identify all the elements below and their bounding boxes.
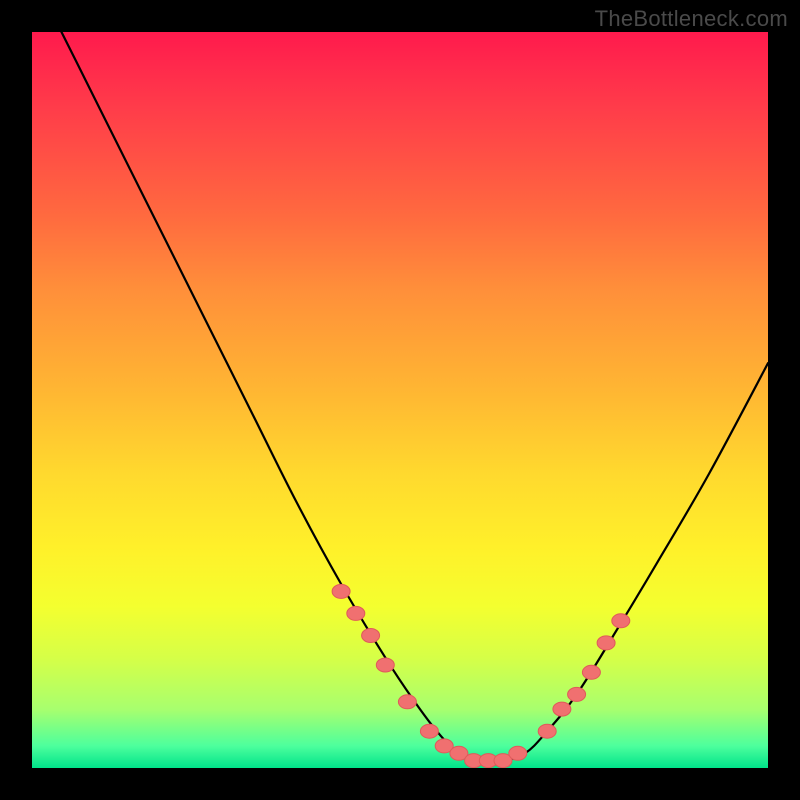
chart-marker (509, 746, 527, 760)
outer-frame: TheBottleneck.com (0, 0, 800, 800)
chart-marker (420, 724, 438, 738)
chart-marker (568, 687, 586, 701)
chart-marker (597, 636, 615, 650)
chart-svg (32, 32, 768, 768)
chart-plot-area (32, 32, 768, 768)
chart-marker (582, 665, 600, 679)
watermark-text: TheBottleneck.com (595, 6, 788, 32)
marker-cluster-left (332, 584, 527, 767)
bottleneck-curve-line (32, 32, 768, 762)
chart-marker (376, 658, 394, 672)
chart-marker (398, 695, 416, 709)
chart-marker (553, 702, 571, 716)
chart-marker (362, 629, 380, 643)
chart-marker (347, 606, 365, 620)
chart-marker (332, 584, 350, 598)
chart-marker (612, 614, 630, 628)
chart-marker (538, 724, 556, 738)
